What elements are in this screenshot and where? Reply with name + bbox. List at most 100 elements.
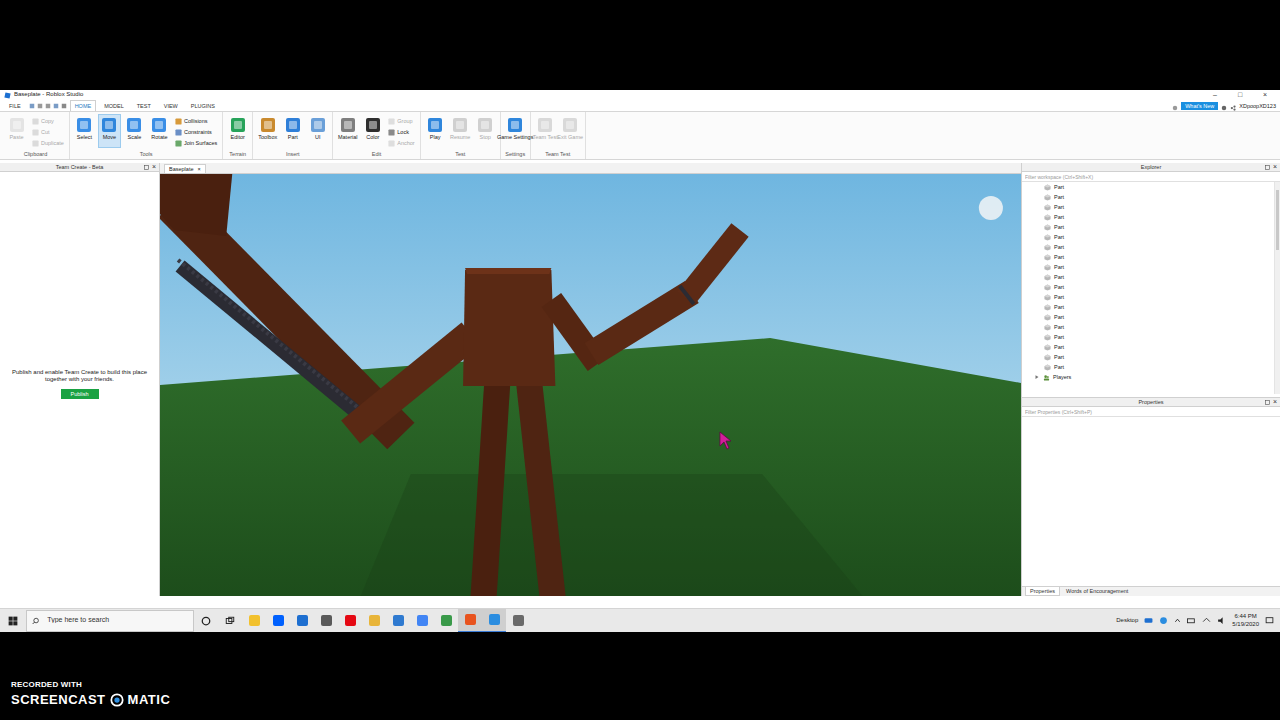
explorer-item[interactable]: Part <box>1022 362 1274 372</box>
team-create-panel: Team Create - Beta×Publish and enable Te… <box>0 163 160 596</box>
search-input[interactable] <box>45 615 188 625</box>
publish-button[interactable]: Publish <box>61 389 99 400</box>
scroll-thumb[interactable] <box>1276 190 1279 250</box>
explorer-item[interactable]: Part <box>1022 262 1274 272</box>
search-box[interactable] <box>26 610 194 632</box>
explorer-item[interactable]: Part <box>1022 222 1274 232</box>
ribbon-button[interactable]: UI <box>306 114 329 148</box>
taskbar-app[interactable] <box>506 609 530 633</box>
ribbon-small-button[interactable]: Group <box>386 116 416 126</box>
ribbon-button[interactable]: Stop <box>474 114 497 148</box>
explorer-item[interactable]: Players <box>1022 372 1274 382</box>
close-button[interactable]: × <box>152 163 156 171</box>
file-menu[interactable]: FILE <box>4 100 26 111</box>
panel-tab[interactable]: Properties <box>1025 587 1060 596</box>
ribbon-button[interactable]: Editor <box>226 114 249 148</box>
document-tab[interactable]: Baseplate× <box>164 164 206 173</box>
ribbon-small-button[interactable]: Copy <box>30 116 66 126</box>
ribbon-button[interactable]: Move <box>98 114 121 148</box>
taskbar-app[interactable] <box>434 609 458 633</box>
ribbon-button[interactable]: Scale <box>123 114 146 148</box>
tab-close[interactable]: × <box>197 166 200 173</box>
window-control[interactable]: – <box>1204 91 1226 99</box>
whats-new-button[interactable]: What's New <box>1181 102 1218 110</box>
ribbon-button[interactable]: Rotate <box>148 114 171 148</box>
task-view-button[interactable] <box>218 609 242 633</box>
start-button[interactable] <box>0 609 26 633</box>
app-icon <box>417 615 428 626</box>
taskbar-app[interactable] <box>314 609 338 633</box>
scrollbar[interactable] <box>1274 182 1280 394</box>
explorer-item[interactable]: Part <box>1022 352 1274 362</box>
taskbar-app[interactable] <box>458 609 482 633</box>
ribbon-button[interactable]: Team Test <box>534 114 557 148</box>
ribbon-button[interactable]: Material <box>336 114 359 148</box>
explorer-item[interactable]: Part <box>1022 282 1274 292</box>
ribbon-button[interactable]: Resume <box>449 114 472 148</box>
ribbon-small-button[interactable]: Cut <box>30 127 66 137</box>
close-button[interactable]: × <box>1273 163 1277 171</box>
panel-title: Properties <box>1138 399 1163 406</box>
explorer-item[interactable]: Part <box>1022 212 1274 222</box>
properties-filter[interactable] <box>1022 407 1280 417</box>
ribbon-button[interactable]: Color <box>361 114 384 148</box>
explorer-item[interactable]: Part <box>1022 312 1274 322</box>
ribbon-button[interactable]: Play <box>424 114 447 148</box>
properties-panel: Properties×PropertiesWords of Encouragem… <box>1022 397 1280 596</box>
tool-icon <box>537 117 553 133</box>
taskbar-app[interactable] <box>482 609 506 633</box>
explorer-item[interactable]: Part <box>1022 272 1274 282</box>
explorer-item[interactable]: Part <box>1022 192 1274 202</box>
cortana-button[interactable] <box>194 609 218 633</box>
user-name[interactable]: XDpoopXD123 <box>1239 101 1276 111</box>
explorer-item[interactable]: Part <box>1022 302 1274 312</box>
explorer-item[interactable]: Part <box>1022 332 1274 342</box>
window-control[interactable]: × <box>1254 91 1276 99</box>
taskbar-app[interactable] <box>386 609 410 633</box>
viewport[interactable] <box>160 174 1021 596</box>
taskbar-app[interactable] <box>338 609 362 633</box>
explorer-item[interactable]: Part <box>1022 232 1274 242</box>
menu-tab[interactable]: PLUGINS <box>186 100 220 111</box>
expand-icon <box>1034 374 1040 380</box>
explorer-filter[interactable] <box>1022 172 1280 182</box>
explorer-item[interactable]: Part <box>1022 292 1274 302</box>
menu-tab[interactable]: TEST <box>132 100 156 111</box>
explorer-item[interactable]: Part <box>1022 342 1274 352</box>
app-icon <box>465 614 476 625</box>
ribbon-small-button[interactable]: Collisions <box>173 116 219 126</box>
explorer-item[interactable]: Part <box>1022 252 1274 262</box>
item-label: Part <box>1054 214 1064 221</box>
ribbon-small-button[interactable]: Join Surfaces <box>173 138 219 148</box>
ribbon-small-button[interactable]: Constraints <box>173 127 219 137</box>
ribbon-label: Part <box>288 134 298 141</box>
ribbon-button[interactable]: Select <box>73 114 96 148</box>
desktop-toolbar[interactable]: Desktop <box>1116 617 1138 624</box>
clock[interactable]: 6:44 PM5/19/2020 <box>1232 613 1259 628</box>
window-control[interactable]: □ <box>1229 91 1251 99</box>
close-button[interactable]: × <box>1273 398 1277 406</box>
ribbon-small-button[interactable]: Anchor <box>386 138 416 148</box>
menu-tab[interactable]: MODEL <box>99 100 129 111</box>
explorer-item[interactable]: Part <box>1022 182 1274 192</box>
menu-tab[interactable]: VIEW <box>159 100 183 111</box>
ribbon-button[interactable]: Part <box>281 114 304 148</box>
ribbon-button[interactable]: Toolbox <box>256 114 279 148</box>
menu-tab[interactable]: HOME <box>70 100 97 111</box>
item-label: Part <box>1054 344 1064 351</box>
panel-tab[interactable]: Words of Encouragement <box>1062 587 1132 596</box>
taskbar-app[interactable] <box>290 609 314 633</box>
taskbar-app[interactable] <box>362 609 386 633</box>
taskbar-app[interactable] <box>410 609 434 633</box>
explorer-item[interactable]: Part <box>1022 202 1274 212</box>
ribbon-button[interactable]: Paste <box>5 114 28 148</box>
ribbon-small-button[interactable]: Lock <box>386 127 416 137</box>
taskbar-app[interactable] <box>266 609 290 633</box>
part-icon <box>1044 194 1051 201</box>
ribbon-small-button[interactable]: Duplicate <box>30 138 66 148</box>
explorer-item[interactable]: Part <box>1022 242 1274 252</box>
ribbon-button[interactable]: Exit Game <box>559 114 582 148</box>
ribbon-button[interactable]: Game Settings <box>504 114 527 148</box>
taskbar-app[interactable] <box>242 609 266 633</box>
explorer-item[interactable]: Part <box>1022 322 1274 332</box>
